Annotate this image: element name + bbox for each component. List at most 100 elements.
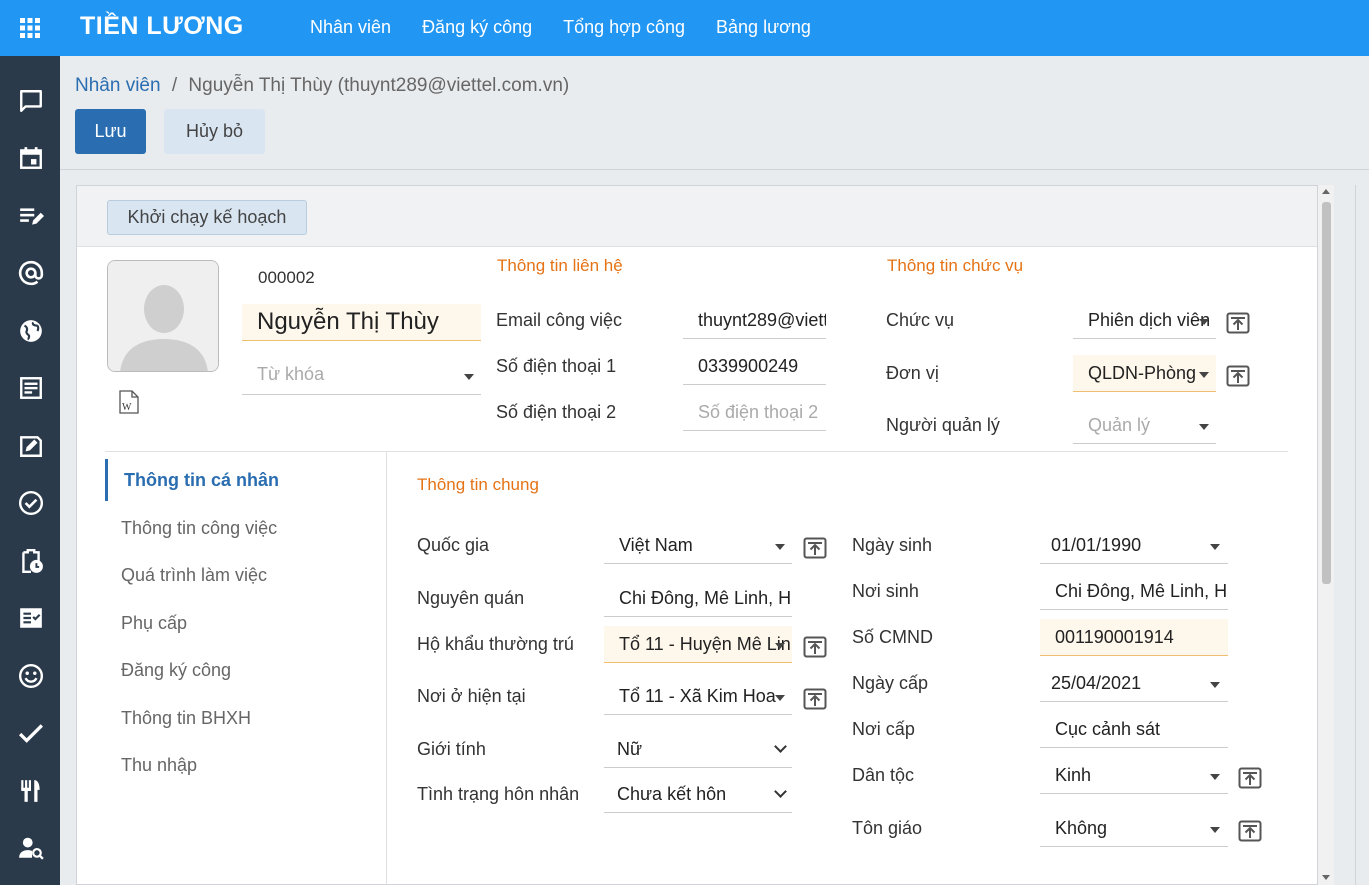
- job-value: Phiên dịch viên: [1088, 310, 1211, 330]
- launch-plan-button[interactable]: Khởi chạy kế hoạch: [107, 200, 307, 235]
- scrollbar-thumb[interactable]: [1322, 202, 1331, 584]
- external-link-icon[interactable]: [1226, 365, 1250, 387]
- at-icon[interactable]: [18, 260, 44, 286]
- avatar-placeholder-icon: [108, 261, 218, 371]
- employee-name-input[interactable]: Nguyễn Thị Thùy: [242, 304, 481, 341]
- side-panel-edge: [1355, 185, 1369, 885]
- tab-job-info[interactable]: Thông tin công việc: [121, 518, 277, 539]
- section-divider: [105, 451, 1288, 452]
- scrollbar[interactable]: [1318, 185, 1334, 885]
- nav-timesheet-summary[interactable]: Tổng hợp công: [563, 17, 685, 38]
- phone1-field[interactable]: 0339900249: [683, 348, 826, 385]
- phone2-field[interactable]: Số điện thoại 2: [683, 394, 826, 431]
- ethnicity-label: Dân tộc: [852, 765, 915, 785]
- smile-icon[interactable]: [18, 663, 44, 689]
- chevron-down-icon: [1210, 544, 1220, 550]
- dept-label: Đơn vị: [886, 363, 939, 383]
- external-link-icon[interactable]: [1238, 820, 1262, 842]
- permanent-address-select[interactable]: Tổ 11 - Huyện Mê Linh: [604, 626, 792, 663]
- user-search-icon[interactable]: [18, 835, 44, 861]
- external-link-icon[interactable]: [1238, 767, 1262, 789]
- tab-timesheet[interactable]: Đăng ký công: [121, 660, 231, 681]
- divider: [60, 169, 1369, 170]
- dept-value: QLDN-Phòng: [1088, 363, 1197, 383]
- scroll-down-icon[interactable]: [1322, 875, 1330, 880]
- issue-date-label: Ngày cấp: [852, 673, 929, 693]
- tags-select[interactable]: Từ khóa: [242, 358, 481, 395]
- issue-place-field[interactable]: Cục cảnh sát: [1040, 711, 1228, 748]
- chevron-down-icon: [1210, 827, 1220, 833]
- active-tab-indicator: [105, 459, 108, 501]
- ethnicity-value: Kinh: [1055, 765, 1092, 785]
- marital-status-select[interactable]: Chưa kết hôn: [604, 776, 792, 813]
- tab-social-insurance[interactable]: Thông tin BHXH: [121, 708, 251, 729]
- job-select[interactable]: Phiên dịch viên: [1073, 302, 1216, 339]
- clipboard-clock-icon[interactable]: [18, 548, 44, 574]
- issue-date-value: 25/04/2021: [1051, 673, 1142, 693]
- birthplace-field[interactable]: Chi Đông, Mê Linh, Hà Nội: [1040, 573, 1228, 610]
- cutlery-icon[interactable]: [18, 778, 44, 804]
- external-link-icon[interactable]: [1226, 312, 1250, 334]
- tab-income[interactable]: Thu nhập: [121, 755, 197, 776]
- id-number-field[interactable]: 001190001914: [1040, 619, 1228, 656]
- tab-personal-info[interactable]: Thông tin cá nhân: [124, 470, 279, 491]
- nav-payroll[interactable]: Bảng lương: [716, 17, 811, 38]
- sidebar: [0, 56, 60, 885]
- chevron-down-icon: [464, 374, 474, 380]
- issue-date-field[interactable]: 25/04/2021: [1040, 665, 1228, 702]
- edit-doc-icon[interactable]: [18, 433, 44, 459]
- phone1-label: Số điện thoại 1: [496, 356, 617, 376]
- permanent-address-value: Tổ 11 - Huyện Mê Linh: [619, 634, 792, 654]
- email-field[interactable]: thuynt289@viettel.com.vn: [683, 302, 826, 339]
- ethnicity-select[interactable]: Kinh: [1040, 757, 1228, 794]
- manager-label: Người quản lý: [886, 415, 1000, 435]
- svg-text:W: W: [122, 402, 132, 413]
- save-button[interactable]: Lưu: [75, 109, 146, 154]
- cancel-button[interactable]: Hủy bỏ: [164, 109, 265, 154]
- birthdate-field[interactable]: 01/01/1990: [1040, 527, 1228, 564]
- form-header: Khởi chạy kế hoạch: [77, 186, 1317, 247]
- breadcrumb-link[interactable]: Nhân viên: [75, 75, 161, 96]
- apps-grid-icon[interactable]: [18, 16, 42, 40]
- check-circle-icon[interactable]: [18, 490, 44, 516]
- breadcrumb-current: Nguyễn Thị Thùy (thuynt289@viettel.com.v…: [188, 75, 570, 96]
- notes-icon[interactable]: [18, 203, 44, 229]
- country-select[interactable]: Việt Nam: [604, 527, 792, 564]
- breadcrumb: Nhân viên / Nguyễn Thị Thùy (thuynt289@v…: [75, 75, 569, 97]
- word-doc-icon[interactable]: W: [119, 390, 139, 414]
- nav-timesheet-register[interactable]: Đăng ký công: [422, 17, 532, 38]
- chevron-down-icon: [1199, 372, 1209, 378]
- avatar[interactable]: [107, 260, 219, 372]
- tab-allowances[interactable]: Phụ cấp: [121, 613, 187, 634]
- chevron-down-icon: [1210, 774, 1220, 780]
- external-link-icon[interactable]: [803, 688, 827, 710]
- scroll-up-icon[interactable]: [1322, 189, 1330, 194]
- nav-employees[interactable]: Nhân viên: [310, 17, 391, 38]
- manager-select[interactable]: Quản lý: [1073, 407, 1216, 444]
- external-link-icon[interactable]: [803, 537, 827, 559]
- external-link-icon[interactable]: [803, 636, 827, 658]
- hometown-field[interactable]: Chi Đông, Mê Linh, Hà Nội: [604, 580, 792, 617]
- gender-value: Nữ: [617, 739, 643, 759]
- globe-icon[interactable]: [18, 318, 44, 344]
- birthdate-value: 01/01/1990: [1051, 535, 1142, 555]
- contact-section-title: Thông tin liên hệ: [497, 256, 623, 275]
- gender-select[interactable]: Nữ: [604, 731, 792, 768]
- permanent-address-label: Hộ khẩu thường trú: [417, 634, 574, 654]
- checklist-icon[interactable]: [18, 605, 44, 631]
- tags-placeholder: Từ khóa: [257, 364, 325, 384]
- chevron-down-icon: [1199, 319, 1209, 325]
- hometown-label: Nguyên quán: [417, 588, 525, 608]
- calendar-icon[interactable]: [18, 145, 44, 171]
- religion-select[interactable]: Không: [1040, 810, 1228, 847]
- checkmark-icon[interactable]: [18, 720, 44, 746]
- document-icon[interactable]: [18, 375, 44, 401]
- dept-select[interactable]: QLDN-Phòng: [1073, 355, 1216, 392]
- chevron-down-icon: [1210, 682, 1220, 688]
- id-number-label: Số CMND: [852, 627, 934, 647]
- marital-status-label: Tình trạng hôn nhân: [417, 784, 580, 804]
- current-address-select[interactable]: Tổ 11 - Xã Kim Hoa: [604, 678, 792, 715]
- chat-icon[interactable]: [18, 88, 44, 114]
- tab-work-history[interactable]: Quá trình làm việc: [121, 565, 267, 586]
- top-nav: Nhân viên Đăng ký công Tổng hợp công Bản…: [310, 17, 842, 38]
